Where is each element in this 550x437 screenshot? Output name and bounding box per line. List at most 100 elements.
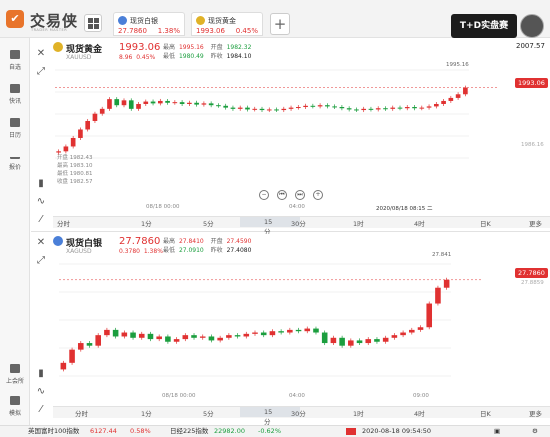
calendar-icon — [10, 118, 20, 127]
period-tab[interactable]: 5分 — [203, 218, 214, 228]
period-tab[interactable]: 1分 — [141, 408, 152, 418]
candle-body — [95, 335, 101, 346]
candle-body — [435, 287, 441, 304]
tab-silver[interactable]: 现货白银 27.7860 1.38% — [113, 12, 185, 36]
candle-body — [78, 129, 83, 138]
sidebar-item-calendar[interactable]: 日历 — [0, 118, 30, 139]
candle-body — [259, 108, 265, 111]
candle-body — [226, 335, 232, 338]
candle-body — [234, 335, 241, 337]
period-tab[interactable]: 分时 — [75, 408, 88, 418]
period-tab[interactable]: 30分 — [291, 218, 306, 228]
tab-silver-price: 27.7860 — [118, 27, 147, 35]
candle-body — [266, 109, 272, 111]
period-tab[interactable]: 1分 — [141, 218, 152, 228]
screenshot-icon[interactable]: ▣ — [494, 426, 500, 437]
candle-body — [382, 337, 389, 342]
candle-body — [165, 336, 171, 342]
silver-right-label: 27.8859 — [521, 280, 544, 286]
gold-hover-close: 收盘 1982.57 — [57, 179, 93, 185]
app-logo: ✔ — [6, 10, 24, 28]
candle-body — [199, 336, 206, 338]
candle-body — [354, 109, 359, 111]
candle-body — [281, 108, 287, 111]
candle-body — [85, 120, 91, 130]
candle-body — [325, 105, 330, 107]
candle-body — [208, 103, 214, 106]
period-tab[interactable]: 1时 — [353, 408, 364, 418]
gold-current-tag: 1993.06 — [515, 78, 548, 88]
status-index1-value: 6127.44 — [90, 427, 117, 435]
status-bar: 英国富时100指数 6127.44 0.58% 日经225指数 22982.00… — [0, 425, 550, 437]
candle-body — [187, 102, 192, 104]
sidebar-item-exchange[interactable]: 上会所 — [0, 364, 30, 385]
candle-body — [417, 327, 424, 330]
tab-gold[interactable]: 现货黄金 1993.06 0.45% — [191, 12, 263, 36]
candle-body — [260, 332, 267, 336]
sidebar-item-simulate[interactable]: 模拟 — [0, 396, 30, 417]
candle-body — [77, 343, 84, 350]
candle-body — [455, 94, 461, 98]
period-tab[interactable]: 分时 — [57, 218, 107, 228]
contest-banner[interactable]: T+D实盘赛 — [451, 14, 517, 38]
candle-body — [92, 113, 98, 121]
candle-body — [404, 107, 410, 109]
period-tab[interactable]: 30分 — [291, 408, 306, 418]
candle-body — [310, 105, 316, 107]
simulate-icon — [10, 396, 20, 405]
flag-icon — [346, 428, 356, 435]
candle-body — [128, 100, 134, 109]
sidebar-label: 报价 — [8, 164, 21, 171]
user-avatar[interactable] — [520, 14, 544, 38]
sidebar-label: 上会所 — [5, 378, 24, 385]
candle-body — [147, 333, 154, 340]
candle-body — [317, 105, 323, 107]
candle-body — [70, 137, 76, 147]
candle-body — [60, 362, 67, 370]
sidebar-label: 模拟 — [8, 410, 21, 417]
silver-peak-label: 27.841 — [432, 252, 452, 258]
top-bar: ✔ 交易侠 TRADER MASTER 现货白银 27.7860 1.38% 现… — [0, 0, 550, 38]
candle-body — [274, 109, 279, 111]
period-tab[interactable]: 4时 — [414, 218, 425, 228]
settings-icon[interactable]: ⚙ — [532, 426, 538, 437]
sidebar-item-quotes[interactable]: 报价 — [0, 150, 30, 171]
app-root: ✔ 交易侠 TRADER MASTER 现货白银 27.7860 1.38% 现… — [0, 0, 550, 437]
period-tab[interactable]: 更多 — [529, 218, 542, 228]
candle-body — [288, 107, 294, 109]
grid-menu-button[interactable] — [84, 14, 102, 32]
status-index2-pct: -0.62% — [258, 427, 281, 435]
status-index1-pct: 0.58% — [130, 427, 151, 435]
candle-body — [165, 100, 170, 103]
candle-body — [150, 101, 156, 104]
candle-body — [400, 332, 406, 336]
period-tab[interactable]: 日K — [480, 408, 491, 418]
pan-right-button[interactable]: ⏭ — [295, 190, 305, 200]
candle-body — [397, 107, 403, 109]
add-tab-button[interactable]: + — [270, 13, 290, 35]
sidebar-item-news[interactable]: 快讯 — [0, 84, 30, 105]
sidebar-item-watchlist[interactable]: 自选 — [0, 50, 30, 71]
candle-body — [136, 103, 141, 109]
zoom-out-button[interactable]: − — [259, 190, 269, 200]
period-tab[interactable]: 4时 — [414, 408, 425, 418]
gold-low-line-label: 1986.16 — [521, 142, 544, 148]
candle-body — [409, 329, 415, 333]
candle-body — [463, 87, 468, 95]
period-tab[interactable]: 日K — [480, 218, 491, 228]
status-index1-name: 英国富时100指数 — [28, 427, 80, 435]
candle-body — [365, 339, 372, 344]
gold-panel: ✕ ⤢ ▮ ∿ ⁄ 现货黄金 XAUUSD 1993.06 8.96 0.45%… — [31, 40, 550, 236]
silver-panel: ✕ ⤢ ▮ ∿ ⁄ 现货白银 XAGUSD 27.7860 0.3780 1.3… — [31, 234, 550, 426]
candle-body — [339, 107, 345, 109]
sidebar-label: 自选 — [8, 64, 21, 71]
gold-date-left: 08/18 00:00 — [146, 204, 180, 210]
candle-body — [130, 332, 136, 338]
silver-time-right: 09:00 — [413, 393, 429, 399]
silver-time-mid: 04:00 — [289, 393, 305, 399]
pan-left-button[interactable]: ⏮ — [277, 190, 287, 200]
zoom-in-button[interactable]: + — [313, 190, 323, 200]
period-tab[interactable]: 5分 — [203, 408, 214, 418]
period-tab[interactable]: 更多 — [529, 408, 542, 418]
period-tab[interactable]: 1时 — [353, 218, 364, 228]
